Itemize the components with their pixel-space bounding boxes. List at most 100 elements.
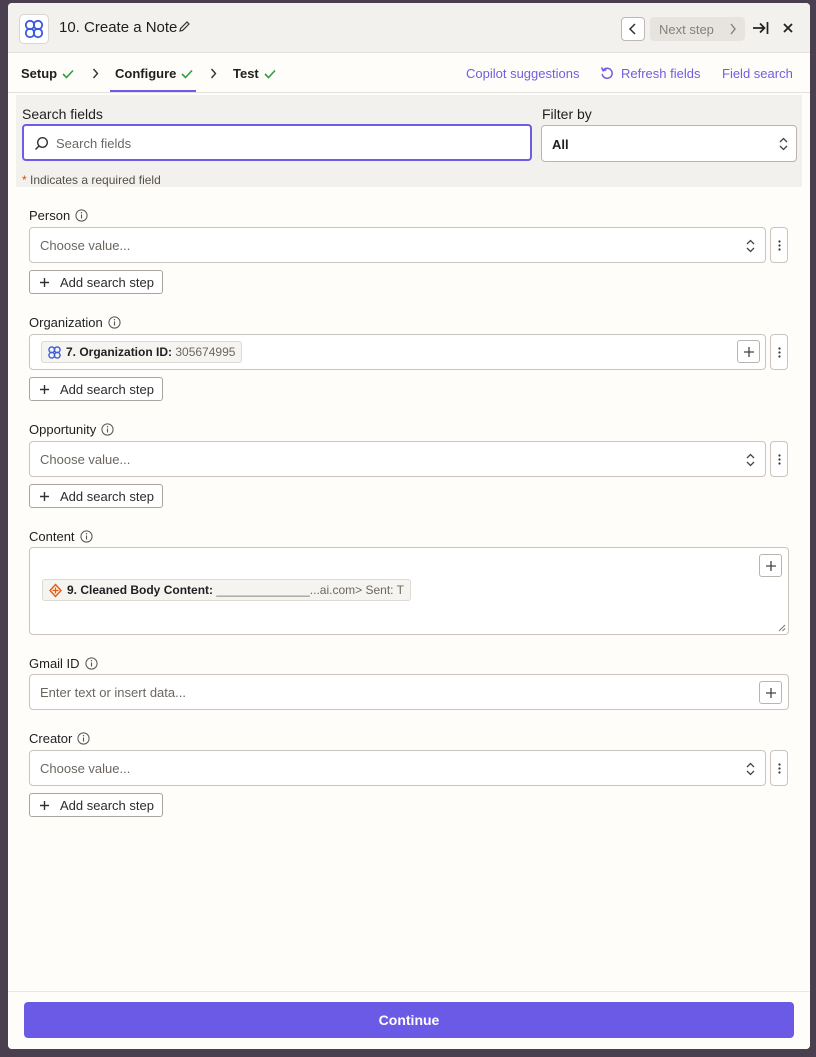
next-step-button[interactable]: Next step xyxy=(650,17,745,41)
plus-icon xyxy=(40,385,49,394)
tab-setup[interactable]: Setup xyxy=(21,66,74,81)
search-input[interactable] xyxy=(56,134,516,152)
person-more-button[interactable] xyxy=(770,227,788,263)
field-label-text: Gmail ID xyxy=(29,656,80,671)
creator-more-button[interactable] xyxy=(770,750,788,786)
opportunity-label: Opportunity xyxy=(29,422,114,437)
filter-by-label: Filter by xyxy=(542,106,592,122)
content-insert-data-button[interactable] xyxy=(759,554,782,577)
gmail-id-label: Gmail ID xyxy=(29,656,98,671)
content-textarea[interactable]: 9. Cleaned Body Content: ______________.… xyxy=(29,547,789,635)
kebab-icon xyxy=(777,453,781,465)
field-label-text: Person xyxy=(29,208,71,223)
step-tabs: Setup Configure Test Copilot suggestions… xyxy=(8,53,810,93)
plus-icon xyxy=(765,560,776,571)
info-icon[interactable] xyxy=(77,732,90,745)
chevron-updown-icon xyxy=(779,137,788,151)
add-search-step-label: Add search step xyxy=(60,798,154,813)
filter-select[interactable]: All xyxy=(541,125,797,162)
gmail-id-insert-data-button[interactable] xyxy=(759,681,782,704)
add-search-step-label: Add search step xyxy=(60,489,154,504)
person-select[interactable]: Choose value... xyxy=(29,227,766,263)
check-icon xyxy=(264,69,276,79)
search-fields-label: Search fields xyxy=(22,106,103,122)
opportunity-more-button[interactable] xyxy=(770,441,788,477)
person-label: Person xyxy=(29,208,88,223)
info-icon[interactable] xyxy=(75,209,88,222)
copilot-suggestions-link[interactable]: Copilot suggestions xyxy=(466,66,579,81)
gmail-id-placeholder: Enter text or insert data... xyxy=(40,685,186,700)
field-label-text: Opportunity xyxy=(29,422,97,437)
chevron-updown-icon xyxy=(746,239,755,253)
chevron-right-icon xyxy=(92,68,99,79)
info-icon[interactable] xyxy=(79,530,93,543)
tab-label: Configure xyxy=(115,66,177,81)
content-data-pill[interactable]: 9. Cleaned Body Content: ______________.… xyxy=(42,579,411,601)
formatter-icon xyxy=(49,583,62,598)
search-field-box xyxy=(22,124,532,161)
check-icon xyxy=(181,69,193,79)
kebab-icon xyxy=(777,346,781,358)
close-icon[interactable] xyxy=(782,21,794,39)
check-icon xyxy=(62,69,74,79)
tab-test[interactable]: Test xyxy=(233,66,276,81)
person-add-search-step-button[interactable]: Add search step xyxy=(29,270,163,294)
chevron-right-icon xyxy=(210,68,217,79)
refresh-fields-link[interactable]: Refresh fields xyxy=(621,66,700,81)
organization-add-search-step-button[interactable]: Add search step xyxy=(29,377,163,401)
chevron-left-icon xyxy=(628,23,636,35)
opportunity-select[interactable]: Choose value... xyxy=(29,441,766,477)
field-label-text: Organization xyxy=(29,315,103,330)
previous-step-button[interactable] xyxy=(621,17,645,41)
add-search-step-label: Add search step xyxy=(60,275,154,290)
resize-handle-icon[interactable] xyxy=(778,624,786,632)
refresh-icon[interactable] xyxy=(600,66,614,85)
opportunity-add-search-step-button[interactable]: Add search step xyxy=(29,484,163,508)
creator-label: Creator xyxy=(29,731,90,746)
opportunity-placeholder: Choose value... xyxy=(40,452,131,467)
next-step-label: Next step xyxy=(659,21,714,37)
info-icon[interactable] xyxy=(108,316,121,329)
plus-icon xyxy=(743,346,754,357)
plus-icon xyxy=(40,492,49,501)
info-icon[interactable] xyxy=(84,657,98,670)
step-title: 10. Create a Note xyxy=(59,19,178,36)
plus-icon xyxy=(40,801,49,810)
organization-insert-data-button[interactable] xyxy=(737,340,760,363)
plus-icon xyxy=(40,278,49,287)
organization-field[interactable]: 7. Organization ID: 305674995 xyxy=(29,334,766,370)
person-placeholder: Choose value... xyxy=(40,238,131,253)
creator-add-search-step-button[interactable]: Add search step xyxy=(29,793,163,817)
collapse-panel-icon[interactable] xyxy=(752,20,769,41)
organization-data-pill[interactable]: 7. Organization ID: 305674995 xyxy=(41,341,243,363)
required-note-text: Indicates a required field xyxy=(30,173,161,187)
field-search-link[interactable]: Field search xyxy=(722,66,793,81)
pill-value: 305674995 xyxy=(175,345,236,359)
gmail-id-input[interactable]: Enter text or insert data... xyxy=(29,674,789,710)
plus-icon xyxy=(765,687,776,698)
creator-placeholder: Choose value... xyxy=(40,761,131,776)
kebab-icon xyxy=(777,762,781,774)
step-editor-panel: 10. Create a Note Next step Setup Config… xyxy=(8,3,810,1049)
field-label-text: Creator xyxy=(29,731,73,746)
active-tab-indicator xyxy=(110,90,196,92)
filter-value: All xyxy=(552,137,569,152)
add-search-step-label: Add search step xyxy=(60,382,154,397)
tab-label: Test xyxy=(233,66,259,81)
creator-select[interactable]: Choose value... xyxy=(29,750,766,786)
organization-more-button[interactable] xyxy=(770,334,788,370)
pill-value: ______________...ai.com> Sent: T xyxy=(216,583,404,597)
pipedrive-icon xyxy=(48,346,61,359)
info-icon[interactable] xyxy=(101,423,114,436)
panel-footer: Continue xyxy=(8,991,810,1049)
continue-button[interactable]: Continue xyxy=(24,1002,794,1038)
required-note: * Indicates a required field xyxy=(22,173,161,187)
pencil-icon[interactable] xyxy=(178,20,191,38)
search-icon xyxy=(34,136,49,151)
tab-label: Setup xyxy=(21,66,58,81)
search-section: Search fields Filter by All * Indicates … xyxy=(16,95,802,187)
pill-label: 9. Cleaned Body Content: xyxy=(67,583,214,597)
chevron-updown-icon xyxy=(746,453,755,467)
organization-label: Organization xyxy=(29,315,121,330)
tab-configure[interactable]: Configure xyxy=(115,66,193,81)
